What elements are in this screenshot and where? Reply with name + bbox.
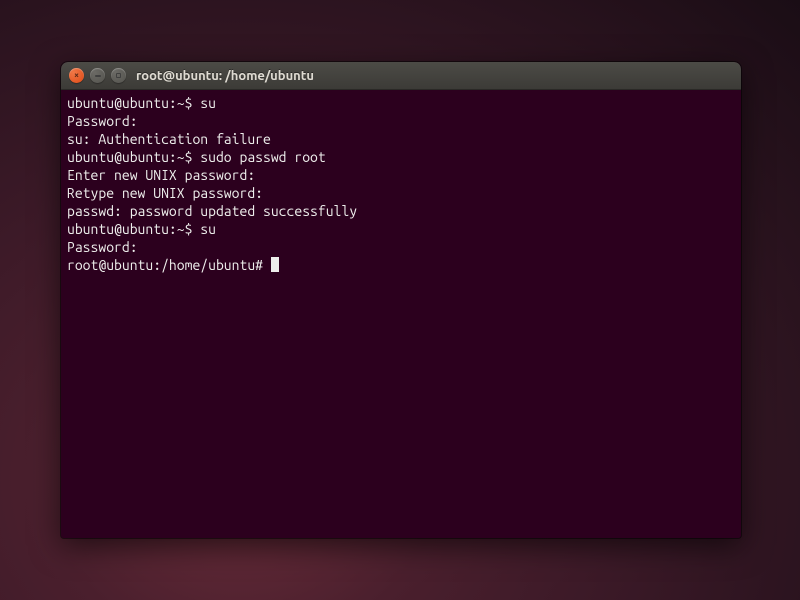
- terminal-prompt-line: root@ubuntu:/home/ubuntu#: [67, 256, 735, 274]
- minimize-button[interactable]: [90, 68, 105, 83]
- maximize-icon: [116, 73, 121, 78]
- terminal-body[interactable]: ubuntu@ubuntu:~$ su Password: su: Authen…: [61, 90, 741, 538]
- terminal-line: Password:: [67, 238, 735, 256]
- terminal-line: Retype new UNIX password:: [67, 184, 735, 202]
- terminal-prompt: root@ubuntu:/home/ubuntu#: [67, 257, 271, 273]
- window-title: root@ubuntu: /home/ubuntu: [136, 69, 314, 83]
- maximize-button[interactable]: [111, 68, 126, 83]
- terminal-line: Enter new UNIX password:: [67, 166, 735, 184]
- close-icon: ×: [74, 71, 79, 80]
- terminal-line: su: Authentication failure: [67, 130, 735, 148]
- terminal-line: ubuntu@ubuntu:~$ su: [67, 220, 735, 238]
- terminal-line: passwd: password updated successfully: [67, 202, 735, 220]
- close-button[interactable]: ×: [69, 68, 84, 83]
- titlebar[interactable]: × root@ubuntu: /home/ubuntu: [61, 62, 741, 90]
- terminal-line: ubuntu@ubuntu:~$ su: [67, 94, 735, 112]
- minimize-icon: [95, 75, 101, 77]
- window-controls: ×: [69, 68, 126, 83]
- terminal-window: × root@ubuntu: /home/ubuntu ubuntu@ubunt…: [61, 62, 741, 538]
- cursor-icon: [271, 257, 279, 272]
- terminal-line: ubuntu@ubuntu:~$ sudo passwd root: [67, 148, 735, 166]
- terminal-line: Password:: [67, 112, 735, 130]
